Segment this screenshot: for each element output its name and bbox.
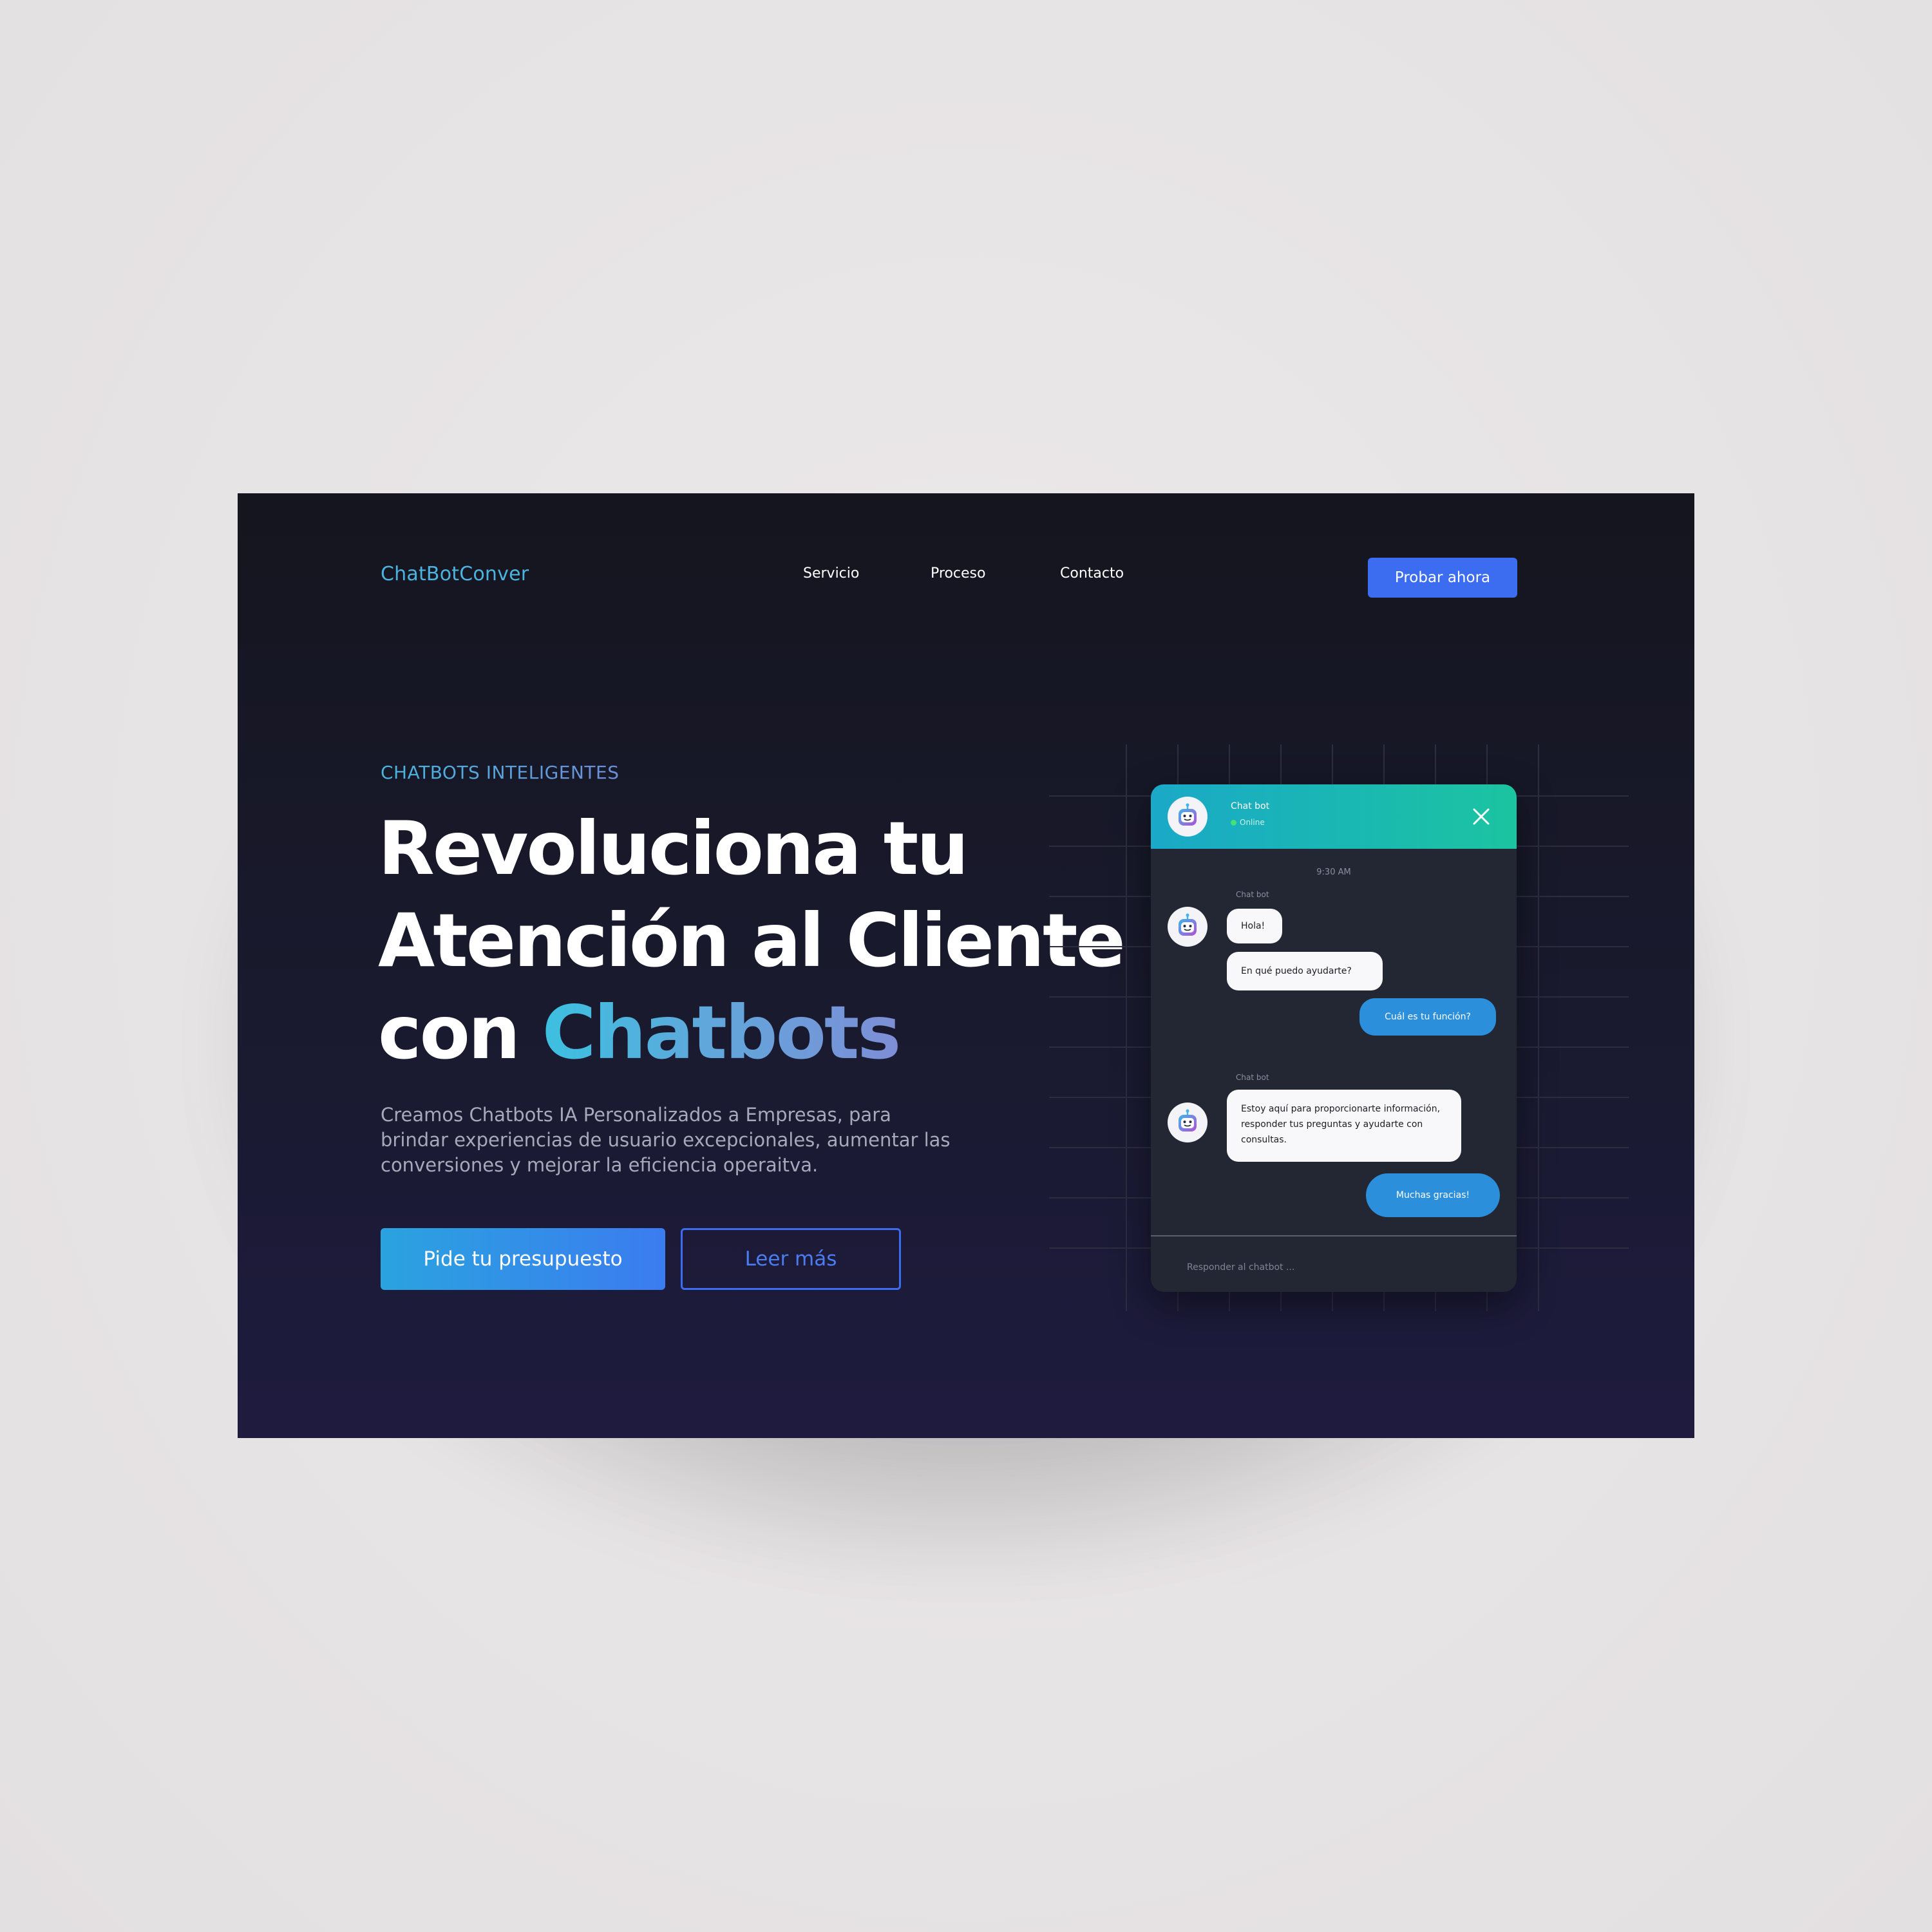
landing-page-screen: ChatBotConver Servicio Proceso Contacto …	[238, 493, 1694, 1438]
try-now-button[interactable]: Probar ahora	[1368, 558, 1517, 598]
hero-description: Creamos Chatbots IA Personalizados a Emp…	[381, 1104, 951, 1176]
request-quote-button[interactable]: Pide tu presupuesto	[381, 1228, 665, 1290]
chat-timestamp: 9:30 AM	[1316, 867, 1351, 877]
headline-line-2: Atención al Cliente	[378, 898, 1126, 983]
hero-eyebrow: CHATBOTS INTELIGENTES	[381, 762, 620, 783]
bot-message: En qué puedo ayudarte?	[1227, 952, 1383, 990]
chat-widget: Chat bot Online 9:30 AM Chat bot Hola! E…	[1151, 784, 1517, 1292]
backdrop: ChatBotConver Servicio Proceso Contacto …	[0, 0, 1932, 1932]
headline-line-3: con Chatbots	[378, 987, 1099, 1079]
nav-item-contacto[interactable]: Contacto	[1060, 565, 1124, 582]
chat-status: Online	[1231, 818, 1265, 827]
headline-line-1: Revoluciona tu	[378, 806, 969, 891]
online-dot-icon	[1231, 819, 1236, 826]
bot-message: Estoy aquí para proporcionarte informaci…	[1227, 1090, 1461, 1162]
robot-avatar-icon	[1168, 1103, 1208, 1142]
hero-headline: Revoluciona tu Atención al Cliente con C…	[378, 802, 1126, 1079]
sender-label: Chat bot	[1236, 890, 1269, 899]
chat-divider	[1151, 1235, 1517, 1236]
reply-input[interactable]: Responder al chatbot ...	[1187, 1262, 1294, 1273]
user-message: Cuál es tu función?	[1359, 998, 1496, 1036]
brand-logo[interactable]: ChatBotConver	[381, 563, 529, 585]
chat-title: Chat bot	[1231, 801, 1270, 811]
headline-highlight: Chatbots	[542, 990, 902, 1075]
headline-plain: con	[378, 990, 542, 1075]
chat-header: Chat bot Online	[1151, 784, 1517, 849]
robot-avatar-icon	[1168, 907, 1208, 947]
read-more-button[interactable]: Leer más	[681, 1228, 901, 1290]
nav-item-servicio[interactable]: Servicio	[803, 565, 859, 582]
bot-message: Hola!	[1227, 909, 1282, 943]
chat-status-label: Online	[1240, 818, 1265, 827]
close-icon[interactable]	[1470, 806, 1492, 828]
robot-avatar-icon	[1168, 797, 1208, 837]
sender-label: Chat bot	[1236, 1073, 1269, 1082]
user-message: Muchas gracias!	[1366, 1173, 1500, 1217]
nav-item-proceso[interactable]: Proceso	[931, 565, 985, 582]
